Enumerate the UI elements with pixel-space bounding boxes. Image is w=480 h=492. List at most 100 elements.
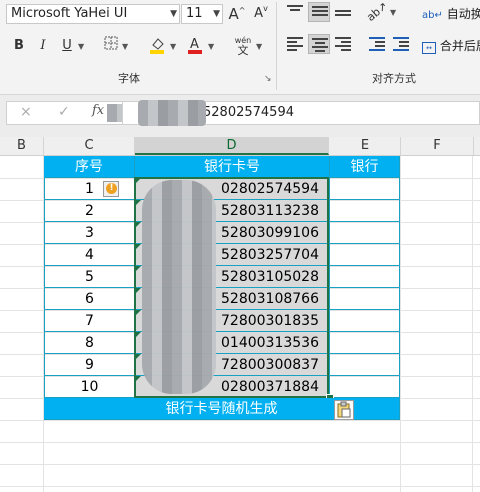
wrap-text-button[interactable]: ab↵ 自动换行 [422, 4, 480, 24]
chevron-down-icon[interactable]: ▼ [256, 42, 262, 51]
bank-cell[interactable] [330, 310, 400, 332]
enter-icon[interactable]: ✓ [58, 104, 70, 120]
bank-cell[interactable] [330, 354, 400, 376]
increase-indent-icon [393, 37, 409, 51]
seq-cell[interactable]: 3 [44, 222, 135, 244]
error-check-button[interactable]: ! [103, 181, 119, 197]
paint-bucket-icon [150, 38, 164, 54]
seq-cell[interactable]: 6 [44, 288, 135, 310]
error-indicator [135, 354, 141, 360]
card-value: 52803113238 [221, 203, 319, 219]
chevron-down-icon[interactable]: ▼ [170, 5, 177, 23]
column-header-c[interactable]: C [44, 137, 135, 155]
header-card-number[interactable]: 银行卡号 [135, 156, 330, 178]
card-value: 02802574594 [221, 181, 319, 197]
svg-text:A: A [190, 37, 199, 52]
shrink-font-button[interactable]: Av [250, 4, 272, 24]
card-value: 72800301835 [221, 313, 319, 329]
chevron-down-icon[interactable]: ▼ [208, 42, 214, 51]
bank-cell[interactable] [330, 200, 400, 222]
seq-cell[interactable]: 10 [44, 376, 135, 398]
bank-cell[interactable] [330, 266, 400, 288]
font-color-button[interactable]: A [184, 36, 206, 56]
seq-cell[interactable]: 7 [44, 310, 135, 332]
align-middle-button[interactable] [308, 2, 330, 22]
chevron-down-icon[interactable]: ▼ [213, 5, 220, 23]
column-header-e[interactable]: E [330, 137, 401, 155]
align-right-button[interactable] [332, 34, 354, 54]
decrease-indent-button[interactable] [366, 34, 388, 54]
error-indicator [135, 178, 141, 184]
card-value: 52803099106 [221, 225, 319, 241]
error-indicator [135, 200, 141, 206]
shrink-font-label: A [254, 6, 264, 21]
align-middle-icon [312, 6, 328, 20]
seq-cell[interactable]: 5 [44, 266, 135, 288]
paste-options-button[interactable] [334, 400, 354, 420]
bold-button[interactable]: B [8, 36, 30, 56]
card-value: 72800300837 [221, 357, 319, 373]
align-left-icon [287, 37, 303, 51]
chevron-down-icon[interactable]: ▼ [390, 8, 396, 17]
align-top-icon [287, 5, 303, 19]
error-indicator [135, 376, 141, 382]
ribbon: Microsoft YaHei UI ▼ 11 ▼ A^ Av B I U ▼ … [0, 0, 480, 95]
bank-cell[interactable] [330, 332, 400, 354]
chevron-down-icon[interactable]: ▼ [122, 42, 128, 51]
phonetic-bottom: 文 [237, 44, 249, 57]
align-bottom-button[interactable] [332, 2, 354, 22]
orientation-button[interactable]: ab↗ [364, 0, 390, 24]
card-value: 01400313536 [221, 335, 319, 351]
underline-button[interactable]: U [56, 36, 78, 56]
card-value: 52803108766 [221, 291, 319, 307]
font-size-combo[interactable]: 11 ▼ [181, 4, 223, 24]
seq-cell[interactable]: 8 [44, 332, 135, 354]
seq-cell[interactable]: 2 [44, 200, 135, 222]
alignment-group-label: 对齐方式 [372, 72, 416, 85]
error-indicator [135, 266, 141, 272]
column-header-b[interactable]: B [0, 137, 44, 155]
seq-cell[interactable]: 1 [44, 178, 135, 200]
dialog-launcher-icon[interactable]: ↘ [264, 74, 272, 84]
clipboard-icon [337, 401, 351, 418]
grow-font-label: A [228, 5, 239, 23]
bank-cell[interactable] [330, 244, 400, 266]
text-orientation-icon: ab↗ [364, 0, 391, 24]
align-bottom-icon [335, 10, 351, 24]
increase-indent-button[interactable] [390, 34, 412, 54]
italic-button[interactable]: I [32, 36, 54, 56]
card-value: 52803257704 [221, 247, 319, 263]
bank-cell[interactable] [330, 178, 400, 200]
phonetic-guide-button[interactable]: wén 文 [232, 36, 254, 58]
chevron-down-icon[interactable]: ▼ [170, 42, 176, 51]
grow-font-button[interactable]: A^ [226, 4, 248, 24]
align-left-button[interactable] [284, 34, 306, 54]
group-separator [276, 2, 277, 90]
card-value: 02800371884 [221, 379, 319, 395]
header-seq[interactable]: 序号 [44, 156, 135, 178]
fill-color-button[interactable] [146, 36, 168, 56]
seq-cell[interactable]: 9 [44, 354, 135, 376]
bank-cell[interactable] [330, 222, 400, 244]
error-indicator [135, 244, 141, 250]
header-bank[interactable]: 银行 [330, 156, 400, 178]
font-name-combo[interactable]: Microsoft YaHei UI ▼ [6, 4, 180, 24]
card-value: 52803105028 [221, 269, 319, 285]
redacted-block [138, 100, 206, 126]
merge-center-button[interactable]: ↔ 合并后居 [422, 36, 480, 56]
align-top-button[interactable] [284, 2, 306, 22]
formula-value: 52802574594 [203, 105, 294, 120]
column-header-f[interactable]: F [401, 137, 474, 155]
chevron-down-icon[interactable]: ▼ [78, 42, 84, 51]
align-center-button[interactable] [308, 34, 330, 54]
error-indicator [135, 222, 141, 228]
cancel-icon[interactable]: × [20, 104, 32, 120]
decrease-indent-icon [369, 37, 385, 51]
seq-cell[interactable]: 4 [44, 244, 135, 266]
insert-function-icon[interactable]: fx [92, 103, 104, 118]
borders-button[interactable] [100, 36, 122, 56]
column-header-d[interactable]: D [135, 137, 329, 155]
bank-cell[interactable] [330, 376, 400, 398]
bank-cell[interactable] [330, 288, 400, 310]
warning-icon: ! [106, 183, 117, 194]
